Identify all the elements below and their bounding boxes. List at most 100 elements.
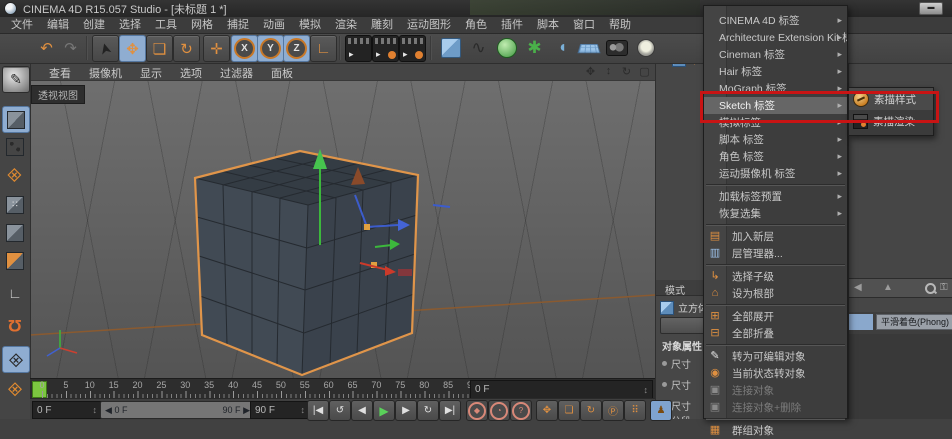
render-picture-viewer-button[interactable]: ▸: [372, 35, 399, 62]
slider-left-icon[interactable]: ◀: [105, 405, 112, 415]
menu-item-character-tags[interactable]: 角色 标签 ▸: [704, 148, 847, 165]
filter-search-icon[interactable]: [925, 283, 936, 294]
move-tool-button[interactable]: ✥: [119, 35, 146, 62]
menu-item-restore-selection[interactable]: 恢复选集 ▸: [704, 205, 847, 222]
submenu-item-sketch-style[interactable]: 素描样式: [849, 88, 933, 110]
record-pla-toggle[interactable]: ⠿: [624, 400, 646, 421]
menu-item-cinema4d-tags[interactable]: CINEMA 4D 标签 ▸: [704, 12, 847, 29]
polygons-mode-button[interactable]: [2, 248, 28, 273]
texture-mode-button[interactable]: [2, 134, 28, 159]
menu-item-mograph-tags[interactable]: MoGraph 标签 ▸: [704, 80, 847, 97]
menu-item[interactable]: 角色: [458, 17, 494, 33]
submenu-item-sketch-render[interactable]: 素描渲染: [849, 110, 933, 132]
property-row-size-x[interactable]: 尺寸: [662, 356, 691, 371]
y-axis-lock-button[interactable]: Y: [257, 35, 284, 62]
menu-item-script-tags[interactable]: 脚本 标签 ▸: [704, 131, 847, 148]
slider-right-icon[interactable]: ▶: [243, 405, 250, 415]
menu-item[interactable]: 编辑: [40, 17, 76, 33]
add-generator-button[interactable]: [494, 35, 519, 60]
menu-item-fold-all[interactable]: ⊟ 全部折叠: [704, 325, 847, 342]
viewport-menu-item[interactable]: 选项: [171, 63, 211, 80]
up-arrow-icon[interactable]: ▲: [883, 282, 893, 293]
lock-workplane-button[interactable]: ⊞: [2, 346, 30, 373]
render-view-button[interactable]: ▸: [345, 35, 372, 62]
snap-magnet-button[interactable]: Ω: [2, 312, 28, 337]
menu-item-add-to-new-layer[interactable]: ▤ 加入新层: [704, 228, 847, 245]
viewport-menu-item[interactable]: 查看: [40, 63, 80, 80]
menu-item[interactable]: 雕刻: [364, 17, 400, 33]
record-parameter-toggle[interactable]: Ⓟ: [602, 400, 624, 421]
menu-item-layer-manager[interactable]: ▥ 层管理器...: [704, 245, 847, 262]
previous-frame-button[interactable]: ◀: [351, 400, 373, 421]
timeline-ruler[interactable]: 051015202530354045505560657075808590 0 F…: [30, 378, 655, 399]
viewport-perspective[interactable]: 查看 摄像机 显示 选项 过滤器 面板 透视视图 ✥ ↕ ↻ ▢: [30, 63, 655, 378]
edges-mode-button[interactable]: [2, 220, 28, 245]
gizmo-center-handle[interactable]: [364, 224, 370, 230]
menu-item-hair-tags[interactable]: Hair 标签 ▸: [704, 63, 847, 80]
spinner-icon[interactable]: ↕: [93, 405, 98, 415]
pan-view-icon[interactable]: ✥: [584, 65, 597, 78]
property-row-size-y[interactable]: 尺寸: [662, 377, 691, 392]
menu-item-sketch-tags[interactable]: Sketch 标签 ▸: [704, 97, 847, 114]
minimize-button[interactable]: ▬: [919, 2, 943, 15]
menu-item-make-editable[interactable]: ✎ 转为可编辑对象: [704, 348, 847, 365]
preview-range-slider[interactable]: ◀ 0 F 90 F ▶: [100, 401, 255, 419]
menu-item-simulation-tags[interactable]: 模拟标签 ▸: [704, 114, 847, 131]
points-mode-button[interactable]: ∷: [2, 192, 28, 217]
menu-item-group-objects[interactable]: ▦ 群组对象: [704, 422, 847, 439]
model-mode-button[interactable]: [2, 106, 30, 133]
last-tool-button[interactable]: ✛: [203, 35, 230, 62]
viewport-menu-item[interactable]: 摄像机: [80, 63, 131, 80]
menu-item-cineman-tags[interactable]: Cineman 标签 ▸: [704, 46, 847, 63]
ruler-frame-field[interactable]: 0 F ↕: [470, 380, 653, 399]
menu-item-unfold-all[interactable]: ⊞ 全部展开: [704, 308, 847, 325]
menu-item[interactable]: 创建: [76, 17, 112, 33]
menu-item[interactable]: 窗口: [566, 17, 602, 33]
orbit-view-icon[interactable]: ↻: [620, 65, 633, 78]
viewport-menu-item[interactable]: 过滤器: [211, 63, 262, 80]
solo-mode-button[interactable]: ♟: [650, 400, 672, 421]
rotate-tool-button[interactable]: ↻: [173, 35, 200, 62]
next-frame-button[interactable]: ▶: [395, 400, 417, 421]
record-position-toggle[interactable]: ✥: [536, 400, 558, 421]
redo-button[interactable]: ↷: [58, 35, 83, 60]
selected-tag-highlight[interactable]: [849, 314, 873, 330]
add-spline-button[interactable]: ∿: [466, 35, 491, 60]
viewport-menu-item[interactable]: 显示: [131, 63, 171, 80]
menu-item[interactable]: 捕捉: [220, 17, 256, 33]
end-frame-field[interactable]: 90 F ↕: [250, 401, 310, 419]
add-environment-button[interactable]: ◖: [550, 35, 575, 60]
menu-item-current-state-to-object[interactable]: ◉ 当前状态转对象: [704, 365, 847, 382]
spinner-icon[interactable]: ↕: [644, 385, 649, 395]
spinner-icon[interactable]: ↕: [301, 405, 306, 415]
render-settings-button[interactable]: ▸: [399, 35, 426, 62]
menu-item[interactable]: 脚本: [530, 17, 566, 33]
x-axis-lock-button[interactable]: X: [231, 35, 258, 62]
menu-item-select-children[interactable]: ↳ 选择子级: [704, 268, 847, 285]
anim-dot-icon[interactable]: [662, 382, 667, 387]
lock-icon[interactable]: ⚿: [940, 282, 948, 293]
current-frame-field[interactable]: 0 F ↕: [32, 401, 102, 419]
menu-item[interactable]: 动画: [256, 17, 292, 33]
align-workplane-button[interactable]: ⊞: [2, 376, 28, 401]
menu-item-set-as-root[interactable]: ⌂ 设为根部: [704, 285, 847, 302]
back-arrow-icon[interactable]: ◀: [854, 282, 862, 293]
axis-mode-button[interactable]: ∟: [2, 280, 28, 305]
goto-end-button[interactable]: ▶|: [439, 400, 461, 421]
menu-item[interactable]: 工具: [148, 17, 184, 33]
z-axis-lock-button[interactable]: Z: [283, 35, 310, 62]
coordinate-system-button[interactable]: ∟: [310, 35, 337, 62]
menu-item[interactable]: 运动图形: [400, 17, 458, 33]
play-button[interactable]: ▶: [373, 400, 395, 421]
add-cube-button[interactable]: [438, 35, 463, 60]
play-forward-button[interactable]: ↻: [417, 400, 439, 421]
workplane-mode-button[interactable]: ⊞: [0, 156, 33, 192]
menu-item[interactable]: 文件: [4, 17, 40, 33]
menu-item[interactable]: 帮助: [602, 17, 638, 33]
record-scale-toggle[interactable]: ❏: [558, 400, 580, 421]
anim-dot-icon[interactable]: [662, 361, 667, 366]
live-selection-button[interactable]: ➤: [92, 35, 119, 62]
undo-button[interactable]: ↶: [34, 35, 59, 60]
menu-item-load-tag-preset[interactable]: 加载标签预置 ▸: [704, 188, 847, 205]
menu-item[interactable]: 模拟: [292, 17, 328, 33]
